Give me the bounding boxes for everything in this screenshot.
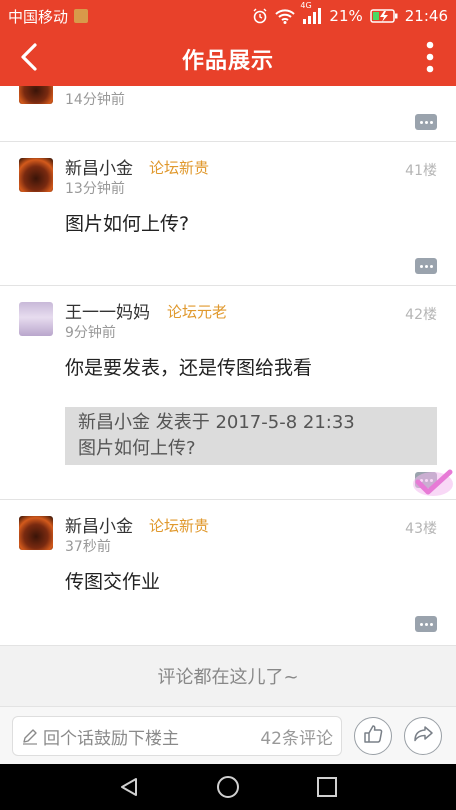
clock: 21:46 [404, 7, 448, 25]
list-item: 新昌小金 论坛新贵 43楼 37秒前 传图交作业 [0, 500, 456, 646]
carrier-label: 中国移动 [8, 7, 69, 26]
square-recents-icon [316, 777, 337, 797]
back-button[interactable] [12, 42, 46, 76]
back-arrow-icon [19, 42, 39, 76]
list-item: 王一一妈妈 论坛元老 42楼 9分钟前 你是要发表，还是传图给我看 新昌小金 发… [0, 286, 456, 500]
post-text: 你是要发表，还是传图给我看 [65, 357, 313, 379]
floor-number: 43楼 [405, 521, 437, 537]
pencil-icon [21, 727, 39, 745]
reply-button[interactable] [415, 114, 437, 130]
quote-text: 图片如何上传? [78, 438, 196, 459]
quote-header: 新昌小金 发表于 2017-5-8 21:33 [78, 412, 355, 433]
alarm-icon [252, 8, 268, 24]
list-item: 14分钟前 [0, 86, 456, 142]
circle-home-icon [216, 776, 239, 798]
list-item: 新昌小金 论坛新贵 41楼 13分钟前 图片如何上传? [0, 142, 456, 286]
floor-number: 42楼 [405, 307, 437, 323]
triangle-back-icon [121, 778, 138, 796]
floating-check-icon[interactable] [410, 468, 456, 498]
battery-charging-icon [370, 9, 398, 23]
user-rank: 论坛新贵 [149, 517, 210, 535]
wifi-icon [275, 8, 296, 24]
user-rank: 论坛新贵 [149, 159, 210, 177]
post-text: 传图交作业 [65, 571, 161, 593]
system-nav-bar [0, 764, 456, 810]
reply-input[interactable]: 回个话鼓励下楼主 42条评论 [12, 716, 342, 756]
reply-button[interactable] [415, 258, 437, 274]
post-time: 37秒前 [65, 539, 111, 555]
username[interactable]: 新昌小金 [65, 512, 133, 537]
page-title: 作品展示 [181, 49, 274, 74]
share-button[interactable] [404, 717, 442, 755]
comment-list: 14分钟前 新昌小金 论坛新贵 41楼 13分钟前 图片如何上传? 王一一妈妈 … [0, 86, 456, 646]
share-icon [412, 723, 434, 749]
avatar[interactable] [19, 516, 53, 550]
post-text: 图片如何上传? [65, 213, 190, 235]
more-vertical-icon [426, 41, 434, 77]
avatar[interactable] [19, 86, 53, 104]
network-type: 4G [300, 1, 312, 10]
more-menu-button[interactable] [418, 40, 442, 78]
app-bar: 作品展示 [0, 32, 456, 86]
nav-recents-button[interactable] [307, 767, 347, 807]
end-of-list-message: 评论都在这儿了~ [0, 646, 456, 706]
post-time: 9分钟前 [65, 325, 116, 341]
user-rank: 论坛元老 [167, 303, 228, 321]
nav-home-button[interactable] [208, 767, 248, 807]
sim-icon [74, 9, 89, 23]
reply-button[interactable] [415, 616, 437, 632]
signal-icon: 4G [300, 1, 322, 24]
floor-number: 41楼 [405, 163, 437, 179]
status-bar: 中国移动 4G 21% 21:46 [0, 0, 456, 32]
reply-bar: 回个话鼓励下楼主 42条评论 [0, 706, 456, 764]
avatar[interactable] [19, 158, 53, 192]
quoted-post: 新昌小金 发表于 2017-5-8 21:33 图片如何上传? [65, 407, 437, 465]
post-time: 14分钟前 [65, 92, 125, 108]
username[interactable]: 王一一妈妈 [65, 298, 150, 323]
like-button[interactable] [354, 717, 392, 755]
avatar[interactable] [19, 302, 53, 336]
reply-placeholder: 回个话鼓励下楼主 [43, 728, 179, 749]
nav-back-button[interactable] [109, 767, 149, 807]
battery-percent: 21% [329, 7, 363, 25]
post-time: 13分钟前 [65, 181, 125, 197]
screen: 中国移动 4G 21% 21:46 作品展示 14分钟前 新昌小金 论坛新贵 4… [0, 0, 456, 810]
comment-count[interactable]: 42条评论 [260, 724, 333, 749]
username[interactable]: 新昌小金 [65, 154, 133, 179]
thumbs-up-icon [362, 723, 384, 749]
